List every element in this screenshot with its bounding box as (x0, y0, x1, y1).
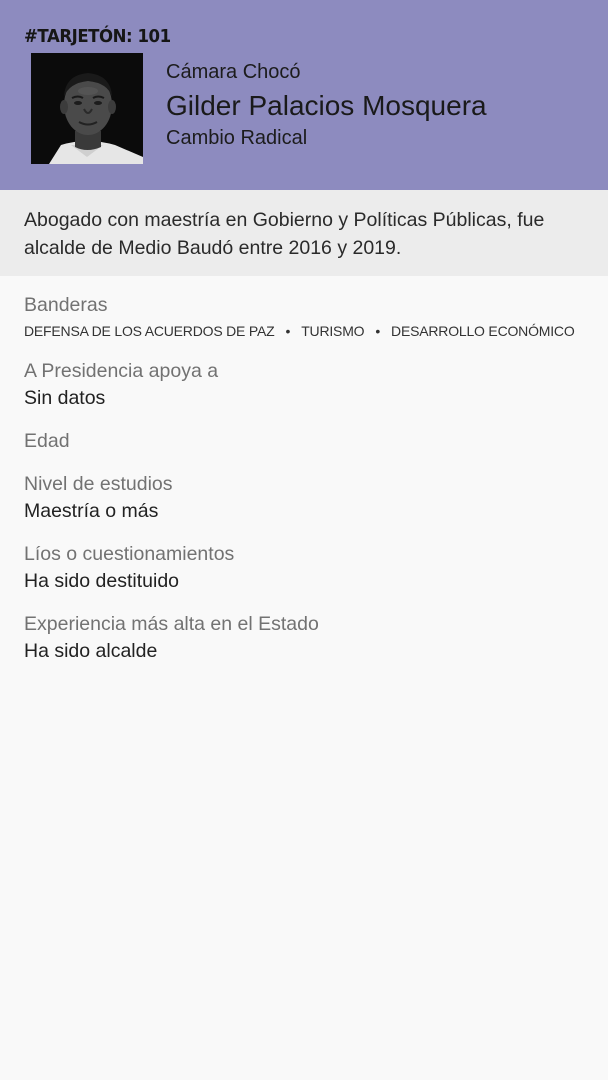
field-experiencia: Experiencia más alta en el Estado Ha sid… (24, 611, 319, 665)
presidencia-label: A Presidencia apoya a (24, 360, 219, 382)
bandera-item: DEFENSA DE LOS ACUERDOS DE PAZ (24, 323, 275, 339)
ballot-number-tag: #TARJETÓN: 101 (24, 26, 171, 47)
experiencia-value: Ha sido alcalde (24, 640, 158, 662)
candidate-header: #TARJETÓN: 101 Cámara Chocó Gilder Palac… (0, 0, 608, 190)
banderas-label: Banderas (24, 294, 108, 316)
edad-label: Edad (24, 430, 70, 452)
candidate-photo (31, 53, 143, 164)
presidencia-value: Sin datos (24, 387, 106, 409)
banderas-list: DEFENSA DE LOS ACUERDOS DE PAZ • TURISMO… (24, 320, 575, 342)
candidate-name: Gilder Palacios Mosquera (166, 90, 487, 121)
field-estudios: Nivel de estudios Maestría o más (24, 471, 173, 525)
field-edad: Edad (24, 428, 70, 454)
lios-value: Ha sido destituido (24, 570, 180, 592)
field-presidencia: A Presidencia apoya a Sin datos (24, 358, 218, 412)
lios-label: Líos o cuestionamientos (24, 543, 235, 565)
bandera-item: TURISMO (301, 323, 365, 339)
candidate-info: Cámara Chocó Gilder Palacios Mosquera Ca… (166, 58, 598, 152)
party-name: Cambio Radical (166, 127, 308, 149)
candidate-portrait-image (31, 53, 143, 164)
bandera-separator: • (285, 323, 291, 339)
candidate-bio: Abogado con maestría en Gobierno y Polít… (0, 190, 608, 276)
bio-text: Abogado con maestría en Gobierno y Polít… (24, 209, 545, 259)
field-lios: Líos o cuestionamientos Ha sido destitui… (24, 541, 234, 595)
experiencia-label: Experiencia más alta en el Estado (24, 613, 319, 635)
chamber-label: Cámara Chocó (166, 61, 301, 83)
estudios-value: Maestría o más (24, 500, 159, 522)
field-banderas: Banderas DEFENSA DE LOS ACUERDOS DE PAZ … (24, 292, 575, 342)
bandera-separator: • (375, 323, 381, 339)
bandera-item: DESARROLLO ECONÓMICO (391, 323, 575, 339)
estudios-label: Nivel de estudios (24, 473, 173, 495)
